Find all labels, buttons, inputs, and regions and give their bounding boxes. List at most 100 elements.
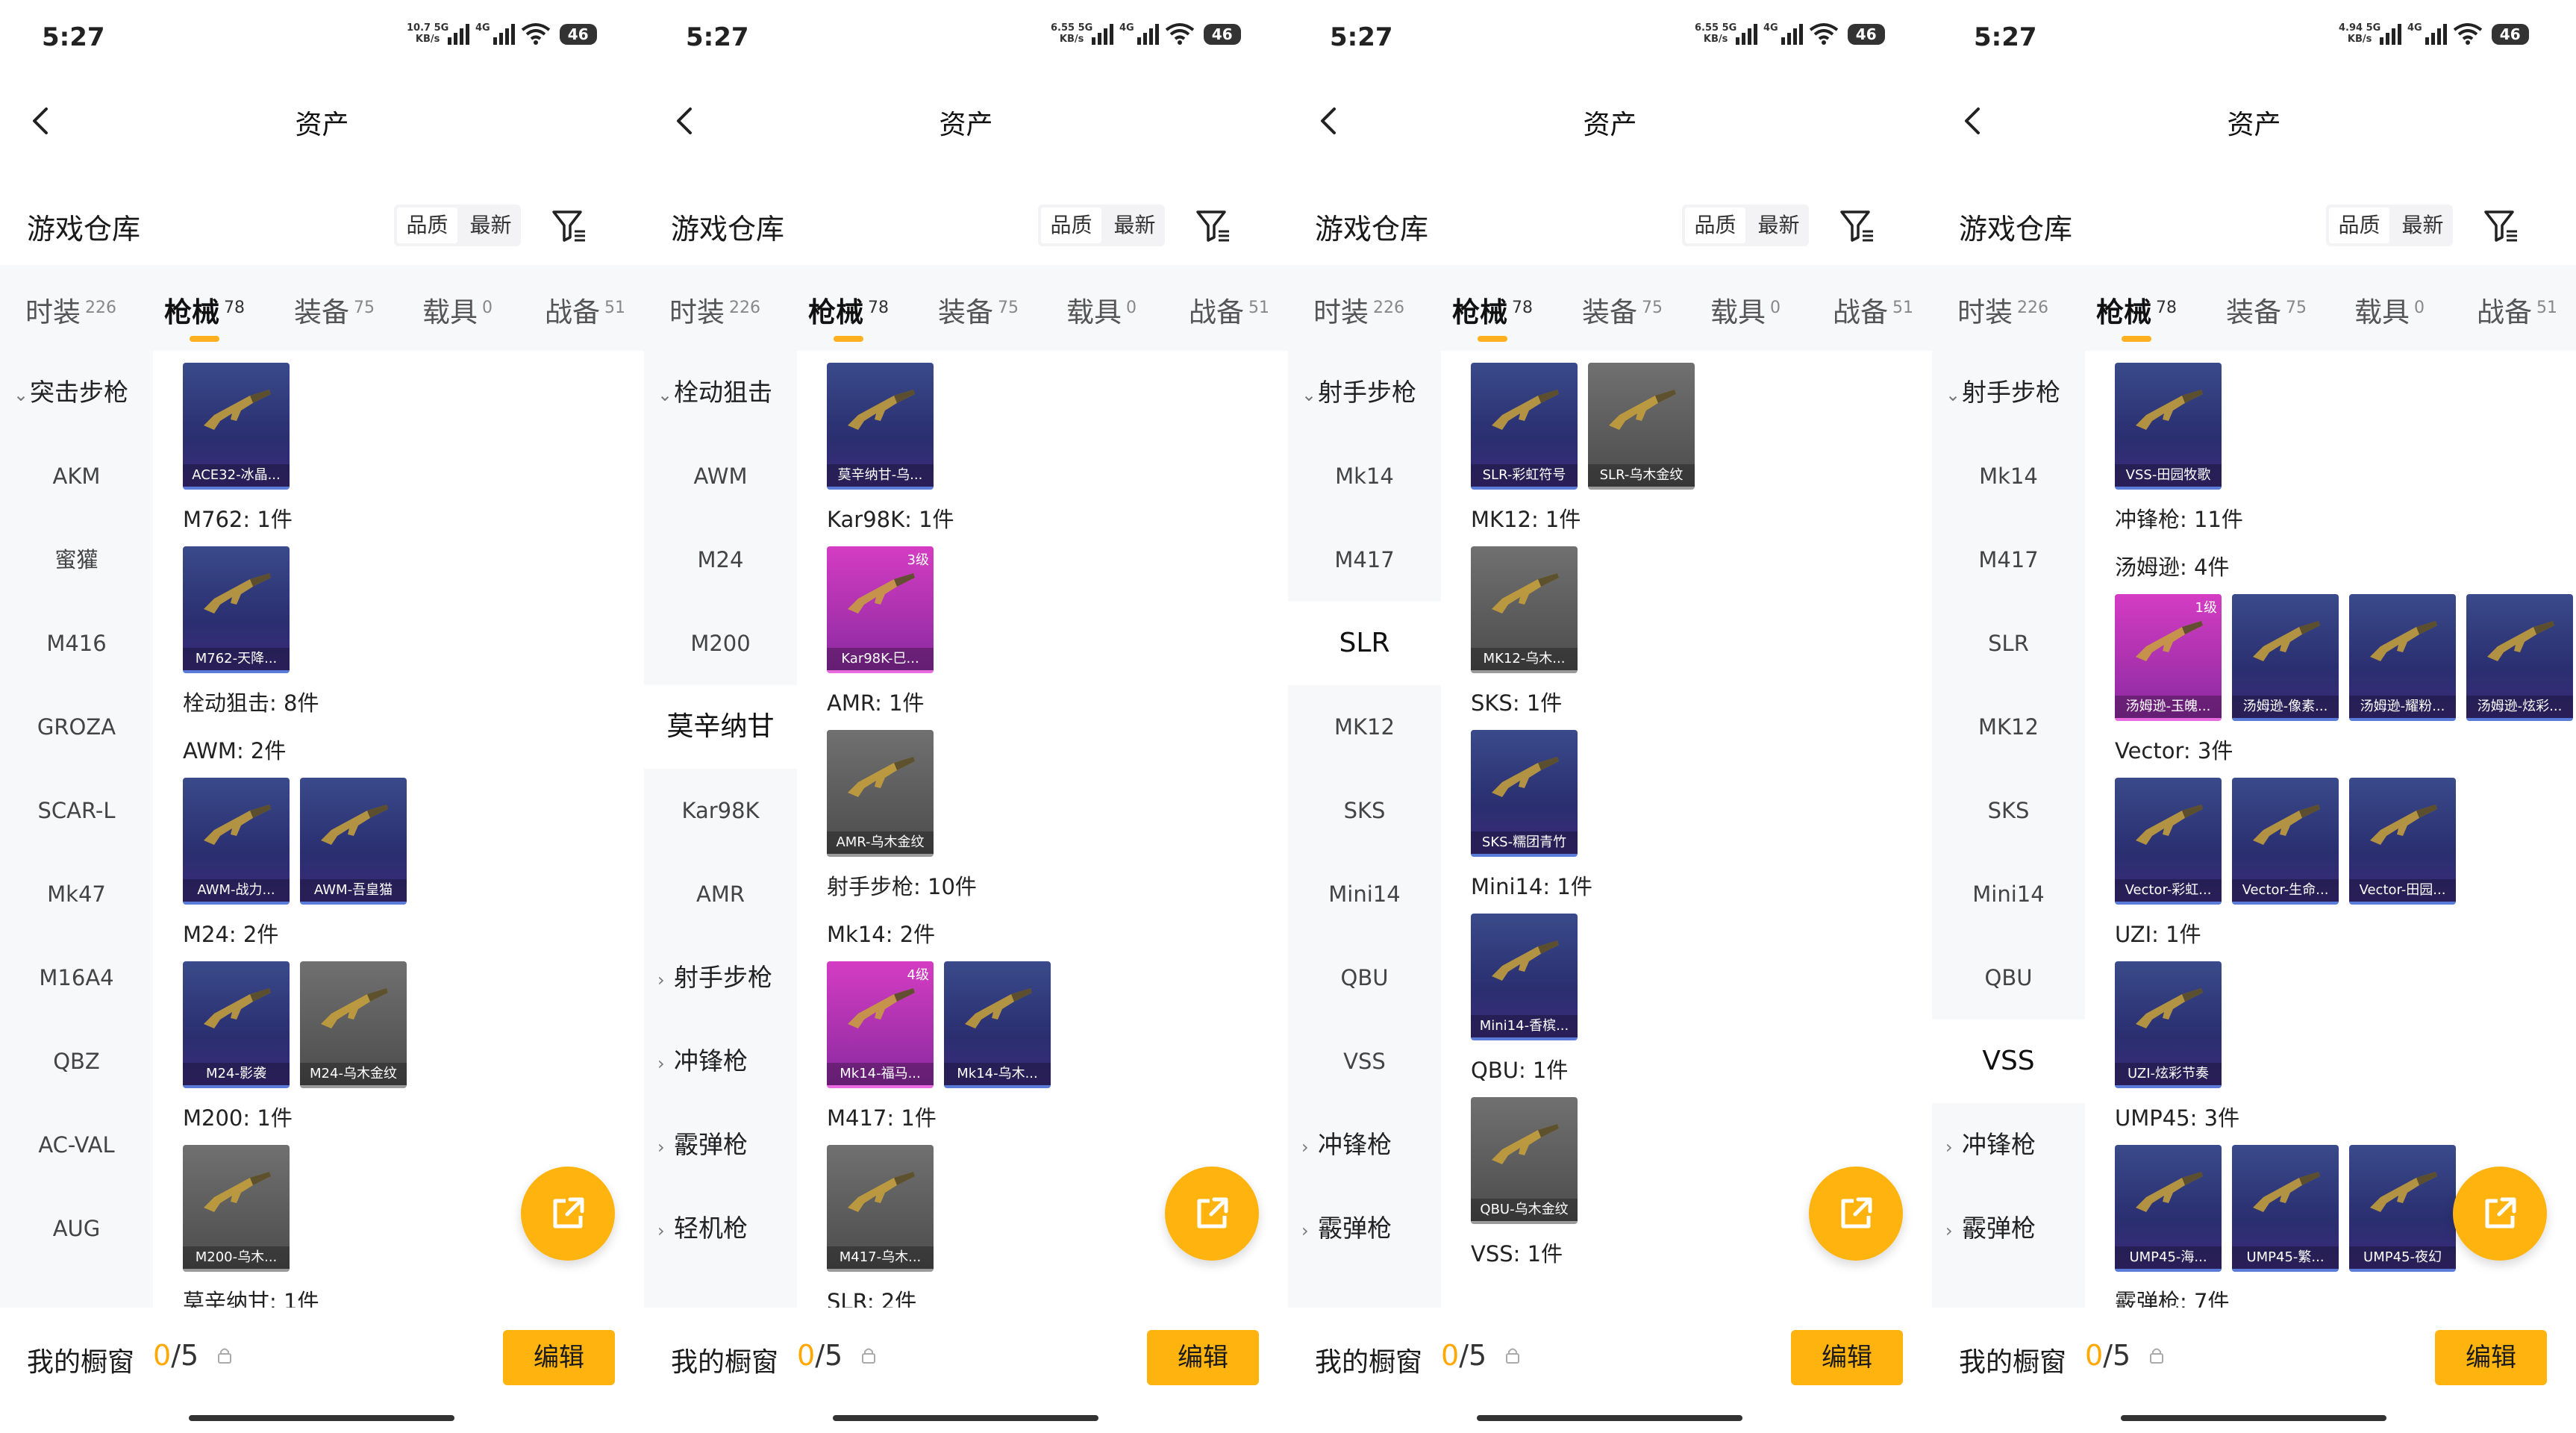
tab-category[interactable]: 装备 75	[938, 290, 1019, 330]
sidebar-item[interactable]: M417	[1288, 518, 1441, 602]
tab-category[interactable]: 战备 51	[1833, 290, 1913, 330]
weapon-card[interactable]: 3级 Kar98K-巳...	[827, 546, 934, 673]
weapon-card[interactable]: Vector-彩虹...	[2115, 778, 2222, 905]
sidebar-item[interactable]: MK12	[1932, 685, 2085, 769]
sort-newest-button[interactable]: 最新	[1104, 205, 1165, 246]
weapon-card[interactable]: 4级 Mk14-福马...	[827, 961, 934, 1088]
share-button[interactable]	[1165, 1167, 1259, 1261]
sidebar-item[interactable]: › 轻机枪	[644, 1187, 797, 1270]
weapon-card[interactable]: SLR-乌木金纹	[1588, 363, 1695, 490]
sidebar-item[interactable]: › 霰弹枪	[1288, 1187, 1441, 1270]
sidebar-item[interactable]: › 冲锋枪	[644, 1020, 797, 1103]
tab-category[interactable]: 枪械 78	[808, 290, 889, 342]
weapon-card[interactable]: Mk14-乌木...	[944, 961, 1051, 1088]
weapon-card[interactable]: AWM-吾皇猫	[300, 778, 407, 905]
tab-category[interactable]: 战备 51	[545, 290, 625, 330]
tab-category[interactable]: 枪械 78	[164, 290, 245, 342]
sidebar-item[interactable]: QBU	[1288, 936, 1441, 1020]
sidebar-item[interactable]: Kar98K	[644, 769, 797, 852]
sidebar-item[interactable]: AUG	[0, 1187, 153, 1270]
tab-category[interactable]: 载具 0	[1066, 290, 1137, 330]
sidebar-item[interactable]: › 霰弹枪	[644, 1103, 797, 1187]
sidebar-item[interactable]: MK12	[1288, 685, 1441, 769]
tab-category[interactable]: 装备 75	[2226, 290, 2307, 330]
sidebar-item[interactable]: M200	[644, 602, 797, 685]
weapon-card[interactable]: 汤姆逊-像素...	[2232, 594, 2339, 721]
tab-category[interactable]: 战备 51	[1189, 290, 1269, 330]
sidebar-item[interactable]: M24	[644, 518, 797, 602]
sidebar-item[interactable]: VSS	[1288, 1020, 1441, 1103]
weapon-card[interactable]: Vector-生命...	[2232, 778, 2339, 905]
sidebar-item[interactable]: VSS	[1932, 1020, 2085, 1103]
sidebar-item[interactable]: 莫辛纳甘	[644, 685, 797, 769]
tab-category[interactable]: 载具 0	[422, 290, 493, 330]
sort-quality-button[interactable]: 品质	[2329, 207, 2389, 243]
tab-category[interactable]: 时装 226	[669, 290, 760, 330]
sidebar-item[interactable]: SKS	[1288, 769, 1441, 852]
sort-quality-button[interactable]: 品质	[397, 207, 457, 243]
share-button[interactable]	[521, 1167, 615, 1261]
sidebar-item[interactable]: Mk14	[1288, 434, 1441, 518]
sidebar-item[interactable]: AWM	[644, 434, 797, 518]
weapon-card[interactable]: UMP45-繁...	[2232, 1145, 2339, 1272]
sort-newest-button[interactable]: 最新	[2392, 205, 2453, 246]
tab-category[interactable]: 枪械 78	[1452, 290, 1533, 342]
sidebar-item[interactable]: M416	[0, 602, 153, 685]
sidebar-item[interactable]: QBZ	[0, 1020, 153, 1103]
sidebar-item[interactable]: SLR	[1288, 602, 1441, 685]
weapon-card[interactable]: ACE32-冰晶...	[183, 363, 290, 490]
weapon-card[interactable]: MK12-乌木...	[1471, 546, 1578, 673]
sidebar-item[interactable]: Mini14	[1932, 852, 2085, 936]
filter-icon[interactable]	[2481, 206, 2520, 245]
tab-category[interactable]: 载具 0	[1710, 290, 1781, 330]
weapon-card[interactable]: QBU-乌木金纹	[1471, 1097, 1578, 1224]
sort-quality-button[interactable]: 品质	[1041, 207, 1101, 243]
sidebar-item[interactable]: ⌄突击步枪	[0, 351, 153, 434]
weapon-card[interactable]: 莫辛纳甘-乌...	[827, 363, 934, 490]
sidebar-item[interactable]: ⌄射手步枪	[1932, 351, 2085, 434]
edit-button[interactable]: 编辑	[503, 1330, 615, 1385]
weapon-card[interactable]: Mini14-香槟...	[1471, 914, 1578, 1040]
weapon-card[interactable]: M24-影袭	[183, 961, 290, 1088]
sort-newest-button[interactable]: 最新	[460, 205, 521, 246]
weapon-card[interactable]: 1级 汤姆逊-玉魄...	[2115, 594, 2222, 721]
tab-category[interactable]: 时装 226	[1313, 290, 1404, 330]
filter-icon[interactable]	[1837, 206, 1876, 245]
sidebar-item[interactable]: GROZA	[0, 685, 153, 769]
weapon-card[interactable]: UZI-炫彩节奏	[2115, 961, 2222, 1088]
weapon-card[interactable]: SLR-彩虹符号	[1471, 363, 1578, 490]
share-button[interactable]	[2453, 1167, 2547, 1261]
sidebar-item[interactable]: › 射手步枪	[644, 936, 797, 1020]
sidebar-item[interactable]: 蜜獾	[0, 518, 153, 602]
tab-category[interactable]: 战备 51	[2477, 290, 2557, 330]
sidebar-item[interactable]: ⌄栓动狙击	[644, 351, 797, 434]
sidebar-item[interactable]: QBU	[1932, 936, 2085, 1020]
sidebar-item[interactable]: M16A4	[0, 936, 153, 1020]
weapon-card[interactable]: M762-天降...	[183, 546, 290, 673]
weapon-card[interactable]: UMP45-海...	[2115, 1145, 2222, 1272]
weapon-card[interactable]: UMP45-夜幻	[2349, 1145, 2456, 1272]
tab-category[interactable]: 时装 226	[25, 290, 116, 330]
edit-button[interactable]: 编辑	[1791, 1330, 1903, 1385]
sidebar-item[interactable]: › 冲锋枪	[1932, 1103, 2085, 1187]
sidebar-item[interactable]: › 冲锋枪	[1288, 1103, 1441, 1187]
sort-newest-button[interactable]: 最新	[1748, 205, 1809, 246]
weapon-card[interactable]: AMR-乌木金纹	[827, 730, 934, 857]
sidebar-item[interactable]: Mini14	[1288, 852, 1441, 936]
share-button[interactable]	[1809, 1167, 1903, 1261]
sidebar-item[interactable]: Mk47	[0, 852, 153, 936]
sidebar-item[interactable]: SCAR-L	[0, 769, 153, 852]
tab-category[interactable]: 枪械 78	[2096, 290, 2177, 342]
weapon-card[interactable]: VSS-田园牧歌	[2115, 363, 2222, 490]
sidebar-item[interactable]: M417	[1932, 518, 2085, 602]
tab-category[interactable]: 装备 75	[294, 290, 375, 330]
edit-button[interactable]: 编辑	[1147, 1330, 1259, 1385]
tab-category[interactable]: 时装 226	[1957, 290, 2048, 330]
sidebar-item[interactable]: SKS	[1932, 769, 2085, 852]
sidebar-item[interactable]: SLR	[1932, 602, 2085, 685]
sidebar-item[interactable]: ⌄射手步枪	[1288, 351, 1441, 434]
sidebar-item[interactable]: Mk14	[1932, 434, 2085, 518]
tab-category[interactable]: 载具 0	[2354, 290, 2425, 330]
weapon-card[interactable]: 汤姆逊-炫彩...	[2466, 594, 2573, 721]
weapon-card[interactable]: AWM-战力...	[183, 778, 290, 905]
